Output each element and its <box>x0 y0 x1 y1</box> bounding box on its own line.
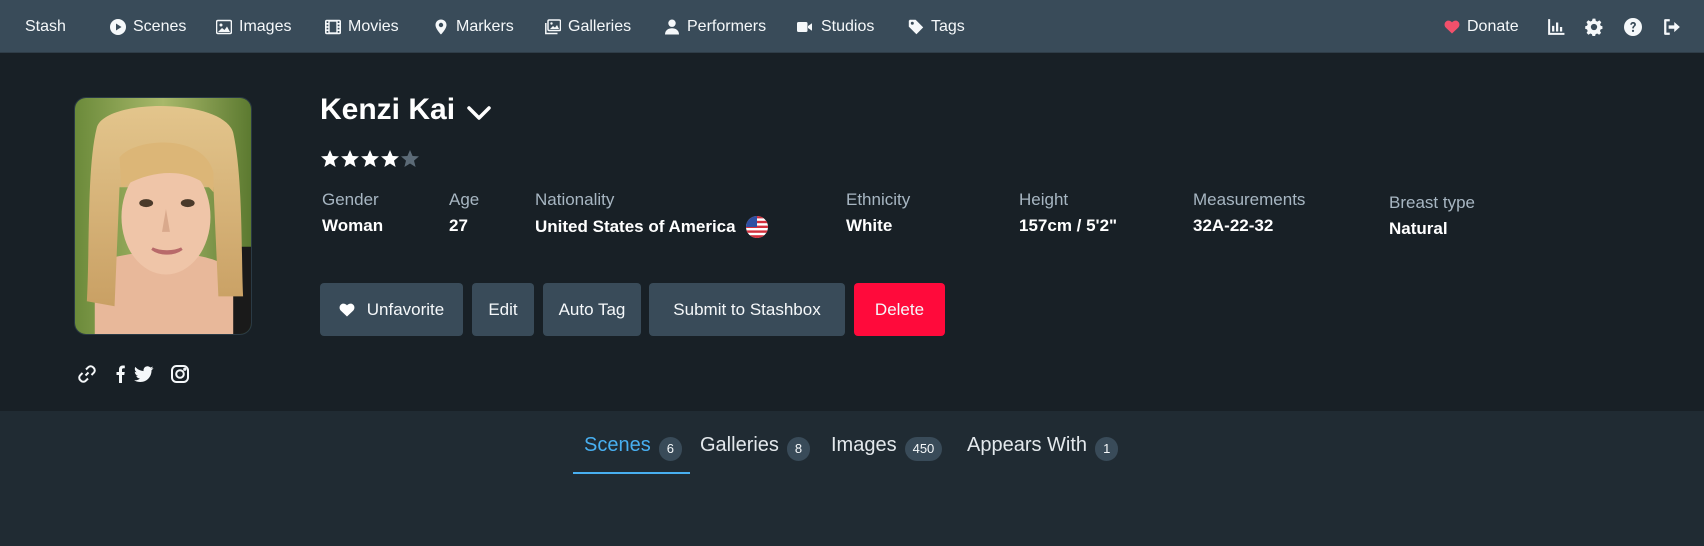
twitter-icon[interactable] <box>134 364 156 386</box>
images-icon <box>545 18 561 34</box>
detail-height: Height 157cm / 5'2" <box>1019 190 1117 236</box>
auto-tag-button[interactable]: Auto Tag <box>543 283 641 336</box>
edit-label: Edit <box>488 299 518 319</box>
tab-appears-with-label: Appears With <box>967 434 1088 456</box>
submit-to-stashbox-button[interactable]: Submit to Stashbox <box>649 283 845 336</box>
gender-label: Gender <box>322 190 379 209</box>
tag-icon <box>908 19 924 34</box>
nav-images-label: Images <box>239 17 292 35</box>
breast-type-label: Breast type <box>1389 193 1475 212</box>
help-icon[interactable] <box>1624 18 1642 36</box>
nav-markers-label: Markers <box>456 17 514 35</box>
play-circle-icon <box>110 18 126 35</box>
age-label: Age <box>449 190 480 209</box>
nav-tags[interactable]: Tags <box>908 0 965 53</box>
donate-link[interactable]: Donate <box>1444 0 1519 53</box>
active-tab-indicator <box>573 472 690 474</box>
nav-images[interactable]: Images <box>216 0 291 53</box>
detail-ethnicity: Ethnicity White <box>846 190 910 236</box>
gender-value: Woman <box>322 216 384 235</box>
nav-studios[interactable]: Studios <box>795 0 874 53</box>
nationality-row: United States of America <box>535 216 768 238</box>
image-icon <box>216 19 232 34</box>
unfavorite-label: Unfavorite <box>366 299 445 319</box>
measurements-label: Measurements <box>1193 190 1306 209</box>
measurements-value: 32A-22-32 <box>1193 216 1274 235</box>
tab-appears-with-count: 1 <box>1095 437 1119 461</box>
nationality-label: Nationality <box>535 190 615 209</box>
star-filled-icon[interactable] <box>340 149 360 169</box>
breast-type-value: Natural <box>1389 219 1448 238</box>
star-filled-icon[interactable] <box>360 149 380 169</box>
tab-appears-with[interactable]: Appears With 1 <box>967 434 1119 474</box>
heart-icon <box>1444 20 1460 33</box>
chevron-down-icon[interactable] <box>466 104 492 122</box>
nav-scenes-label: Scenes <box>133 17 187 35</box>
detail-measurements: Measurements 32A-22-32 <box>1193 190 1305 236</box>
tab-scenes-label: Scenes <box>584 434 651 456</box>
height-value: 157cm / 5'2" <box>1019 216 1118 235</box>
nav-markers[interactable]: Markers <box>433 0 514 53</box>
tab-galleries[interactable]: Galleries 8 <box>700 434 811 474</box>
map-marker-icon <box>435 19 447 34</box>
star-filled-icon[interactable] <box>380 149 400 169</box>
user-icon <box>665 19 679 34</box>
star-empty-icon[interactable] <box>400 149 420 169</box>
performer-name: Kenzi Kai <box>320 93 456 126</box>
film-icon <box>325 19 341 34</box>
nav-galleries-label: Galleries <box>568 17 632 35</box>
nav-tags-label: Tags <box>931 17 965 35</box>
donate-label: Donate <box>1467 17 1519 35</box>
tab-images-label: Images <box>831 434 897 456</box>
submit-label: Submit to Stashbox <box>673 299 821 319</box>
nav-studios-label: Studios <box>821 17 875 35</box>
detail-nationality: Nationality United States of America <box>535 190 768 238</box>
nav-performers[interactable]: Performers <box>664 0 766 53</box>
ethnicity-value: White <box>846 216 893 235</box>
detail-age: Age 27 <box>449 190 479 236</box>
link-icon[interactable] <box>77 364 99 386</box>
stats-icon[interactable] <box>1547 18 1565 36</box>
unfavorite-button[interactable]: Unfavorite <box>320 283 463 336</box>
delete-button[interactable]: Delete <box>854 283 945 336</box>
delete-label: Delete <box>874 299 925 319</box>
nav-performers-label: Performers <box>687 17 767 35</box>
brand-label: Stash <box>25 17 66 35</box>
nav-movies[interactable]: Movies <box>325 0 399 53</box>
ethnicity-label: Ethnicity <box>846 190 911 209</box>
tab-images[interactable]: Images 450 <box>831 434 943 474</box>
us-flag-icon <box>745 216 768 238</box>
tab-images-count: 450 <box>904 437 943 461</box>
detail-breast-type: Breast type Natural <box>1389 193 1475 239</box>
heart-icon <box>339 303 355 316</box>
age-value: 27 <box>449 216 468 235</box>
brand-link[interactable]: Stash <box>25 0 66 53</box>
portrait-photo <box>75 98 251 334</box>
tab-scenes-count: 6 <box>658 437 682 461</box>
nav-scenes[interactable]: Scenes <box>110 0 186 53</box>
settings-icon[interactable] <box>1585 18 1603 36</box>
nav-galleries[interactable]: Galleries <box>545 0 631 53</box>
tab-galleries-label: Galleries <box>700 434 779 456</box>
logout-icon[interactable] <box>1663 18 1681 36</box>
nav-movies-label: Movies <box>348 17 399 35</box>
star-filled-icon[interactable] <box>320 149 340 169</box>
tab-scenes[interactable]: Scenes 6 <box>584 434 682 474</box>
height-label: Height <box>1019 190 1069 209</box>
nationality-value: United States of America <box>535 217 736 236</box>
performer-image[interactable] <box>74 97 252 335</box>
facebook-icon[interactable] <box>111 364 133 386</box>
instagram-icon[interactable] <box>170 364 192 386</box>
edit-button[interactable]: Edit <box>472 283 534 336</box>
rating-stars[interactable] <box>320 149 420 169</box>
navbar: Stash Scenes Images Movies Markers Galle… <box>0 0 1704 53</box>
detail-gender: Gender Woman <box>322 190 383 236</box>
video-camera-icon <box>797 21 812 32</box>
tab-galleries-count: 8 <box>786 437 811 461</box>
auto-tag-label: Auto Tag <box>558 299 626 319</box>
